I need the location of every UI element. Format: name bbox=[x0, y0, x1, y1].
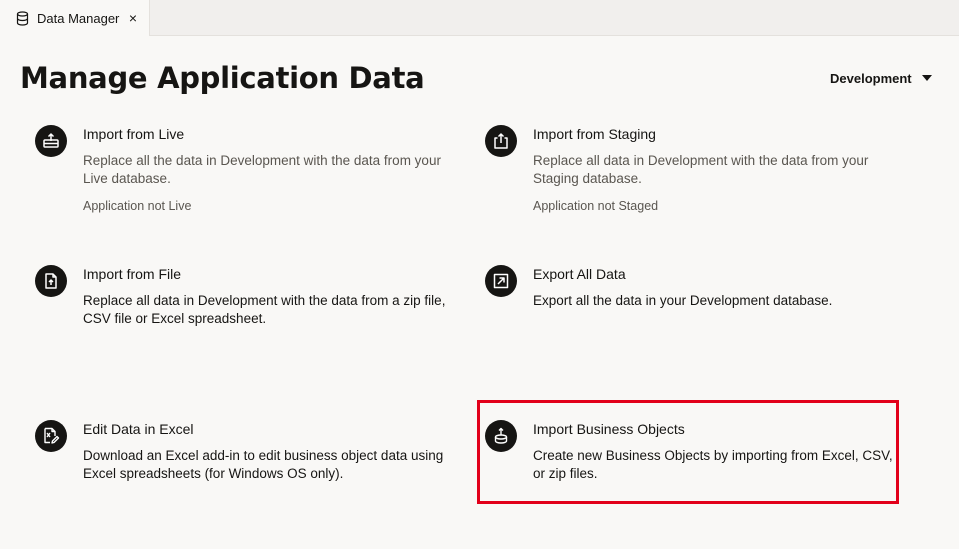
card-description: Export all the data in your Development … bbox=[533, 293, 833, 308]
export-all-data-card[interactable]: Export All Data Export all the data in y… bbox=[485, 265, 865, 315]
card-title: Export All Data bbox=[533, 266, 626, 282]
tab-label: Data Manager bbox=[37, 10, 120, 26]
database-upload-icon bbox=[485, 420, 517, 452]
edit-data-in-excel-card[interactable]: Edit Data in Excel Download an Excel add… bbox=[35, 420, 443, 490]
tab-data-manager[interactable]: Data Manager × bbox=[0, 0, 150, 36]
environment-dropdown[interactable]: Development bbox=[830, 68, 932, 88]
database-icon bbox=[15, 10, 30, 26]
close-tab-icon[interactable]: × bbox=[126, 9, 140, 27]
card-title: Edit Data in Excel bbox=[83, 421, 194, 437]
card-description: Download an Excel add-in to edit busines… bbox=[83, 448, 444, 481]
environment-selected: Development bbox=[830, 70, 912, 86]
import-from-live-card[interactable]: Import from Live Replace all the data in… bbox=[35, 125, 441, 220]
import-from-staging-card[interactable]: Import from Staging Replace all data in … bbox=[485, 125, 868, 220]
import-business-objects-card[interactable]: Import Business Objects Create new Busin… bbox=[485, 420, 893, 490]
card-description: Replace all data in Development with the… bbox=[83, 293, 446, 326]
card-description: Create new Business Objects by importing… bbox=[533, 448, 893, 481]
import-from-file-card[interactable]: Import from File Replace all data in Dev… bbox=[35, 265, 445, 335]
card-status-note: Application not Live bbox=[83, 199, 192, 213]
import-tray-icon bbox=[35, 125, 67, 157]
card-description: Replace all the data in Development with… bbox=[83, 153, 441, 186]
card-title: Import Business Objects bbox=[533, 421, 685, 437]
page-title: Manage Application Data bbox=[20, 61, 425, 95]
upload-box-icon bbox=[485, 125, 517, 157]
card-title: Import from File bbox=[83, 266, 182, 282]
file-upload-icon bbox=[35, 265, 67, 297]
card-title: Import from Staging bbox=[533, 126, 656, 142]
excel-edit-icon bbox=[35, 420, 67, 452]
card-title: Import from Live bbox=[83, 126, 185, 142]
card-status-note: Application not Staged bbox=[533, 199, 659, 213]
tab-bar: Data Manager × bbox=[0, 0, 959, 36]
caret-down-icon bbox=[921, 75, 932, 81]
card-description: Replace all data in Development with the… bbox=[533, 153, 869, 186]
export-arrow-icon bbox=[485, 265, 517, 297]
